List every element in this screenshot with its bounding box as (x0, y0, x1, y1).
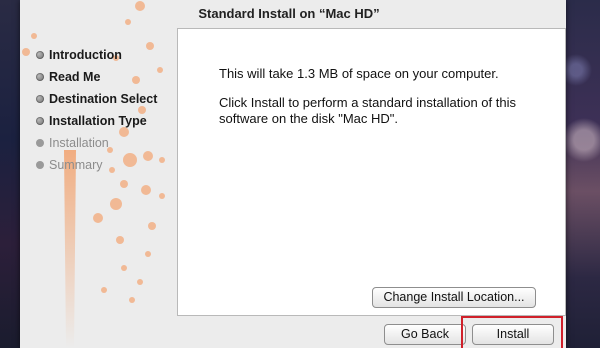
step-label: Installation (49, 136, 109, 150)
step-installation: Installation (36, 132, 157, 154)
step-label: Read Me (49, 70, 101, 84)
content-panel: This will take 1.3 MB of space on your c… (177, 28, 566, 316)
step-label: Introduction (49, 48, 122, 62)
step-label: Destination Select (49, 92, 158, 106)
desktop-background-right (566, 0, 600, 348)
step-installation-type: Installation Type (36, 110, 157, 132)
step-bullet-icon (36, 139, 44, 147)
step-bullet-icon (36, 73, 44, 81)
step-bullet-icon (36, 51, 44, 59)
step-label: Installation Type (49, 114, 147, 128)
step-introduction: Introduction (36, 44, 157, 66)
go-back-button[interactable]: Go Back (384, 324, 466, 345)
step-bullet-icon (36, 95, 44, 103)
installer-heading: Standard Install on “Mac HD” (198, 6, 380, 21)
install-button-highlight (461, 316, 563, 348)
space-required-text: This will take 1.3 MB of space on your c… (219, 66, 499, 81)
desktop-background-left (0, 0, 20, 348)
installer-steps-list: Introduction Read Me Destination Select … (36, 44, 157, 176)
change-install-location-button[interactable]: Change Install Location... (372, 287, 536, 308)
step-read-me: Read Me (36, 66, 157, 88)
step-bullet-icon (36, 117, 44, 125)
step-bullet-icon (36, 161, 44, 169)
step-summary: Summary (36, 154, 157, 176)
step-label: Summary (49, 158, 103, 172)
install-instructions-text: Click Install to perform a standard inst… (219, 95, 516, 126)
installer-window: Standard Install on “Mac HD” Introductio… (20, 0, 566, 348)
step-destination-select: Destination Select (36, 88, 157, 110)
